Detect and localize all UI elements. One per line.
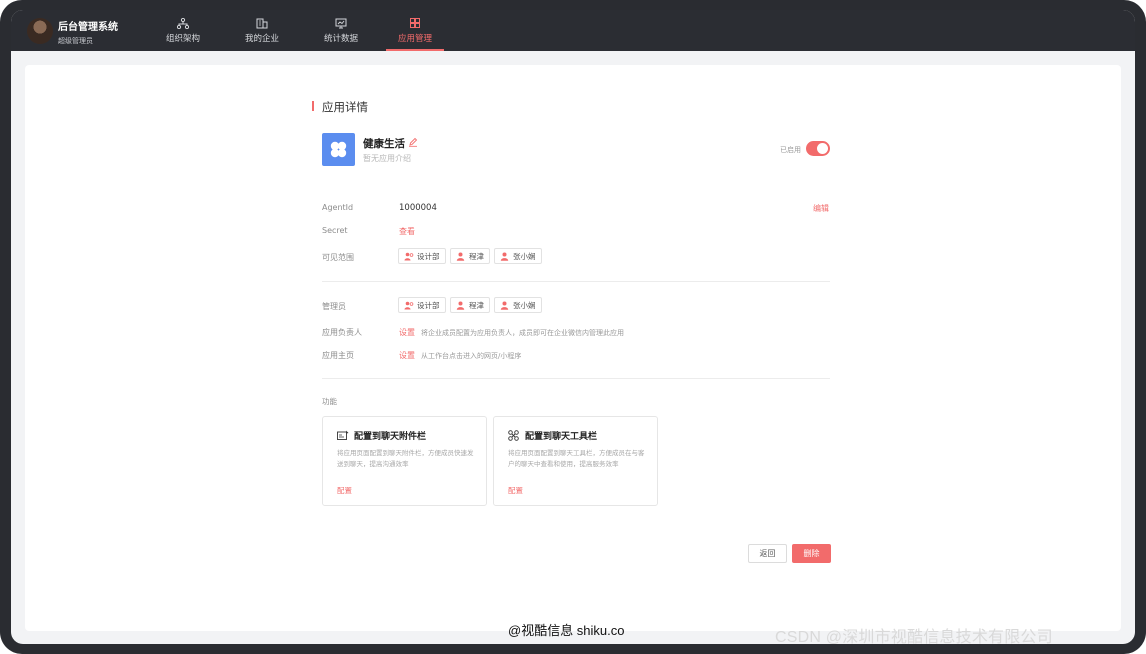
app-logo [322, 133, 355, 166]
chip-label: 设计部 [417, 251, 440, 261]
admin-chip-dept[interactable]: 设计部 [398, 297, 446, 313]
org-chart-icon [176, 17, 190, 29]
top-navigation-bar: 后台管理系统 超级管理员 组织架构 我的企业 统计数据 应用管理 [11, 10, 1135, 51]
enable-toggle[interactable] [806, 141, 830, 156]
user-icon [500, 301, 510, 310]
function-card-desc: 将应用页面配置到聊天附件栏，方便成员快速发送到聊天，提高沟通效率 [337, 449, 474, 468]
user-icon [456, 301, 466, 310]
scope-chip-user[interactable]: 程津 [450, 248, 490, 264]
secret-label: Secret [322, 226, 348, 235]
configure-link[interactable]: 配置 [337, 485, 352, 496]
nav-item-label: 我的企业 [244, 34, 279, 44]
app-screen: 后台管理系统 超级管理员 组织架构 我的企业 统计数据 应用管理 应用详情 健康… [11, 10, 1135, 644]
function-card-toolbar: 配置到聊天工具栏 将应用页面配置到聊天工具栏，方便成员在与客户的聊天中查看和使用… [493, 416, 658, 506]
delete-button[interactable]: 删除 [792, 544, 831, 563]
function-card-desc: 将应用页面配置到聊天工具栏，方便成员在与客户的聊天中查看和使用，提高服务效率 [508, 449, 645, 468]
nav-item-label: 组织架构 [165, 34, 200, 44]
section-accent-bar [312, 101, 314, 111]
avatar[interactable] [27, 18, 53, 44]
apps-grid-icon [408, 17, 422, 29]
homepage-label: 应用主页 [322, 351, 354, 360]
edit-link[interactable]: 编辑 [813, 203, 829, 214]
configure-link[interactable]: 配置 [508, 485, 523, 496]
homepage-hint: 从工作台点击进入的网页/小程序 [421, 352, 522, 360]
divider [322, 281, 830, 282]
brand-subtitle: 超级管理员 [58, 37, 93, 45]
function-card-title: 配置到聊天工具栏 [508, 429, 597, 442]
chip-label: 设计部 [417, 300, 440, 310]
app-name: 健康生活 [363, 138, 405, 150]
function-card-title: 配置到聊天附件栏 [337, 429, 426, 442]
nav-item-apps[interactable]: 应用管理 [386, 10, 444, 51]
nav-item-label: 统计数据 [323, 34, 358, 44]
toggle-knob [817, 143, 828, 154]
building-icon [255, 17, 269, 29]
nav-item-label: 应用管理 [397, 34, 432, 44]
edit-pencil-icon[interactable] [408, 137, 418, 147]
page-title: 应用详情 [322, 100, 368, 114]
view-secret-link[interactable]: 查看 [399, 226, 415, 237]
scope-chip-user[interactable]: 张小娴 [494, 248, 542, 264]
toolbar-icon [508, 430, 520, 441]
chip-label: 张小娴 [513, 300, 536, 310]
stats-icon [334, 17, 348, 29]
owner-hint: 将企业成员配置为应用负责人，成员即可在企业微信内管理此应用 [421, 329, 624, 337]
nav-item-enterprise[interactable]: 我的企业 [235, 10, 289, 51]
watermark-left: @视酷信息 shiku.co [508, 623, 625, 638]
department-icon [404, 301, 414, 310]
scope-label: 可见范围 [322, 253, 354, 262]
divider [322, 378, 830, 379]
department-icon [404, 252, 414, 261]
scope-chip-dept[interactable]: 设计部 [398, 248, 446, 264]
brand-title: 后台管理系统 [58, 22, 118, 33]
device-frame: 后台管理系统 超级管理员 组织架构 我的企业 统计数据 应用管理 应用详情 健康… [0, 0, 1146, 654]
owner-set-link[interactable]: 设置 [399, 327, 415, 338]
back-button[interactable]: 返回 [748, 544, 787, 563]
user-icon [500, 252, 510, 261]
homepage-set-link[interactable]: 设置 [399, 350, 415, 361]
functions-label: 功能 [322, 397, 337, 406]
watermark-right: CSDN @深圳市视酷信息技术有限公司 [775, 629, 1053, 646]
nav-item-stats[interactable]: 统计数据 [314, 10, 368, 51]
clover-icon [330, 141, 347, 158]
nav-item-org[interactable]: 组织架构 [156, 10, 210, 51]
agentid-label: AgentId [322, 203, 354, 212]
app-detail-card: 应用详情 健康生活 暂无应用介绍 已启用 AgentId 1000004 编辑 … [25, 65, 1121, 631]
admin-chip-user[interactable]: 张小娴 [494, 297, 542, 313]
admin-chip-user[interactable]: 程津 [450, 297, 490, 313]
app-description: 暂无应用介绍 [363, 154, 411, 163]
chip-label: 程津 [469, 300, 484, 310]
owner-label: 应用负责人 [322, 328, 362, 337]
agentid-value: 1000004 [399, 203, 437, 213]
chip-label: 程津 [469, 251, 484, 261]
admins-label: 管理员 [322, 302, 346, 311]
user-icon [456, 252, 466, 261]
attachment-bar-icon [337, 430, 349, 441]
function-card-attachment: 配置到聊天附件栏 将应用页面配置到聊天附件栏，方便成员快速发送到聊天，提高沟通效… [322, 416, 487, 506]
status-label: 已启用 [780, 146, 801, 154]
chip-label: 张小娴 [513, 251, 536, 261]
